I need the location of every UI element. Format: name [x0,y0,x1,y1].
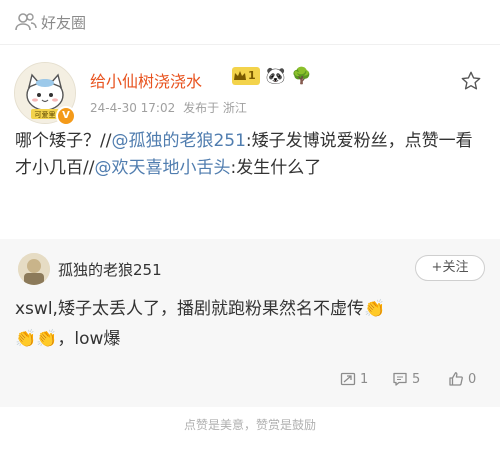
comment-text: xswl,矮子太丢人了，播剧就跑粉果然名不虚传👏 👏👏，low爆 [15,299,386,349]
repost-icon [340,372,356,386]
panda-emoji: 🐼 [265,66,286,85]
post-source: 发布于 浙江 [183,101,247,115]
comment-username[interactable]: 孤独的老狼251 [58,259,162,280]
reward-note: 点赞是美意，赞赏是鼓励 [183,418,316,432]
thumbs-up-icon [449,372,463,386]
post-content: 哪个矮子？//@孤独的老狼251:矮子发博说爱粉丝，点赞一看才小几百//@欢天喜… [15,128,485,182]
repost-button[interactable]: 1 [340,371,368,387]
comment-actions: 1 5 0 [0,371,500,395]
follow-button[interactable]: +关注 [415,255,485,281]
like-count: 0 [468,371,477,387]
user-badges: 1 🐼 🌳 [232,66,312,85]
like-button[interactable]: 0 [448,371,476,387]
post-username[interactable]: 给小仙树浇浇水 [90,68,202,92]
post-meta: 24-4-30 17:02 发布于 浙江 [90,99,251,116]
mention-link-1[interactable]: @孤独的老狼251 [111,131,245,151]
crown-icon [234,70,246,80]
comment-avatar-image [18,253,50,285]
comment-text-body: xswl,矮子太丢人了，播剧就跑粉果然名不虚传 [15,299,364,319]
mention-link-2[interactable]: @欢天喜地小舌头 [94,158,230,178]
clap-emoji: 👏 [363,299,386,319]
comment-button[interactable]: 5 [392,371,420,387]
top-bar: 好友圈 [0,0,500,45]
quoted-comment[interactable]: 孤独的老狼251 +关注 xswl,矮子太丢人了，播剧就跑粉果然名不虚传👏 👏👏… [0,239,500,407]
clap-emoji: 👏 [15,329,37,349]
post-time: 24-4-30 17:02 [90,101,176,115]
content-text-1: 哪个矮子？// [15,131,112,151]
group-icon[interactable] [15,12,37,32]
comment-icon [393,372,407,386]
star-icon[interactable] [460,70,482,92]
verified-badge: V [56,106,76,126]
content-text-3: :发生什么了 [230,158,322,178]
level-badge[interactable]: 1 [232,66,260,85]
svg-text:可爱里: 可爱里 [35,111,56,119]
tree-emoji: 🌳 [291,66,312,85]
comment-text-end: low爆 [74,329,121,349]
group-label[interactable]: 好友圈 [41,12,86,33]
comment-avatar[interactable] [18,253,50,285]
comment-count: 5 [412,371,421,387]
repost-count: 1 [360,371,369,387]
clap-emoji: 👏 [36,329,58,349]
